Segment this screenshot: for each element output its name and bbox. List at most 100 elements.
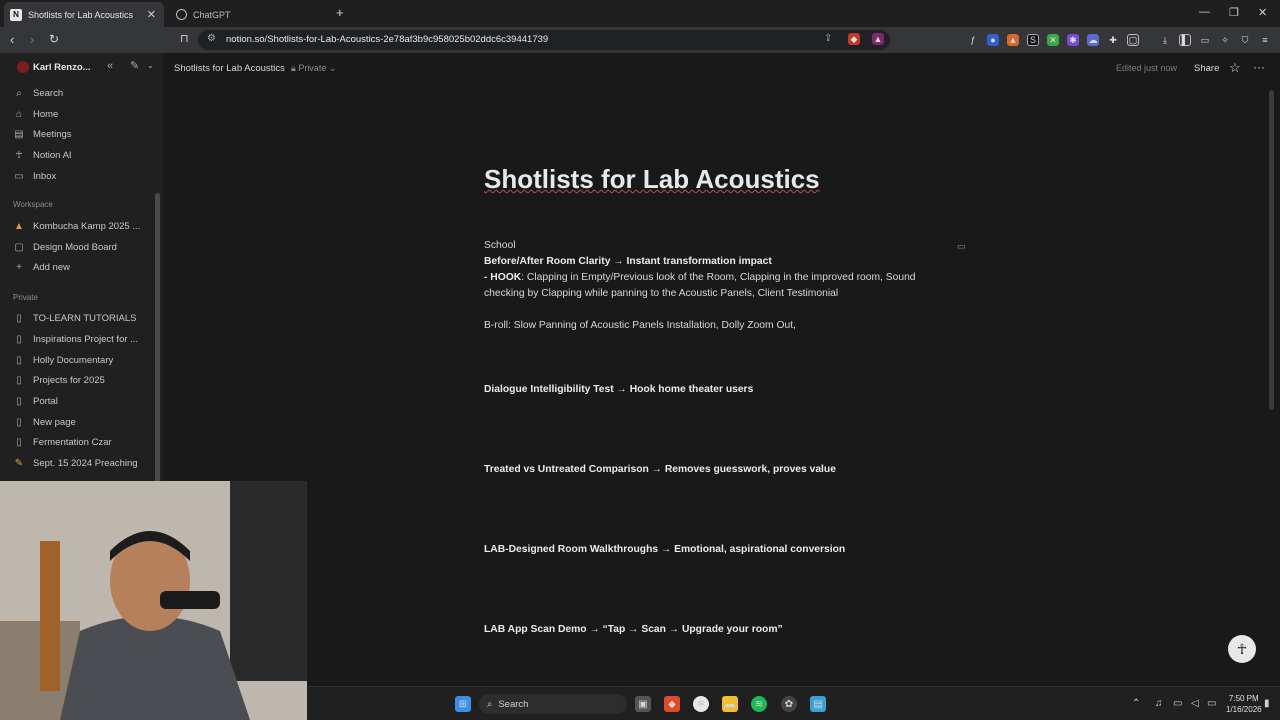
sidebar-item-meetings[interactable]: ▤ Meetings [12, 125, 152, 143]
sidebar-item-inbox[interactable]: ▭ Inbox [12, 167, 152, 185]
page-icon: ▯ [16, 374, 22, 386]
sidebar-item-sept-preaching[interactable]: ✎ Sept. 15 2024 Preaching [12, 454, 152, 472]
close-window-icon[interactable]: ✕ [1258, 6, 1267, 19]
extension-gear-icon[interactable]: ✱ [1067, 34, 1079, 46]
brave-rewards-icon[interactable]: ▲ [872, 33, 884, 45]
chevron-down-icon[interactable]: ⌄ [147, 61, 154, 70]
taskbar-search[interactable]: ⌕ Search [479, 694, 627, 714]
new-page-icon[interactable]: ✎ [130, 59, 139, 72]
main-scrollbar[interactable] [1269, 90, 1274, 410]
heading-treated-vs-untreated[interactable]: Treated vs Untreated Comparison → Remove… [484, 462, 954, 478]
comment-icon[interactable]: ▭ [957, 241, 966, 252]
text-block-hook[interactable]: - HOOK: Clapping in Empty/Previous look … [484, 270, 954, 302]
share-page-icon[interactable]: ⇪ [824, 33, 832, 44]
extension-s-icon[interactable]: S [1027, 34, 1039, 46]
restore-icon[interactable]: ❐ [1229, 6, 1239, 19]
close-tab-icon[interactable]: ✕ [147, 8, 156, 21]
sidebar-item-fermentation-czar[interactable]: ▯ Fermentation Czar [12, 433, 152, 451]
brave-taskbar-icon[interactable]: ◆ [664, 696, 680, 712]
reload-button[interactable]: ↻ [49, 32, 59, 46]
extension-cloud-icon[interactable]: ☁ [1087, 34, 1099, 46]
sidebar-item-search[interactable]: ⌕ Search [12, 84, 152, 102]
sidebar-item-portal[interactable]: ▯ Portal [12, 392, 152, 410]
workspace-section-label: Workspace [13, 200, 53, 209]
extension-box-icon[interactable]: ▢ [1127, 34, 1139, 46]
wallet-icon[interactable]: ▭ [1199, 34, 1211, 46]
extension-fox-icon[interactable]: ▲ [1007, 34, 1019, 46]
heading-room-walkthroughs[interactable]: LAB-Designed Room Walkthroughs → Emotion… [484, 542, 954, 558]
sidebar-item-home[interactable]: ⌂ Home [12, 105, 152, 123]
chatgpt-taskbar-icon[interactable]: ✿ [781, 696, 797, 712]
collapse-sidebar-icon[interactable]: « [107, 60, 113, 72]
site-settings-icon[interactable]: ⚙ [207, 33, 216, 44]
vpn-shield-icon[interactable]: ⛉ [1239, 34, 1251, 46]
workspace-switcher[interactable]: Karl Renzo... [17, 61, 91, 73]
sidebar-item-holly-documentary[interactable]: ▯ Holly Documentary [12, 351, 152, 369]
heading-before-after[interactable]: Before/After Room Clarity → Instant tran… [484, 254, 954, 270]
tab-title: ChatGPT [193, 9, 231, 20]
sidebar-item-design-mood-board[interactable]: ▢ Design Mood Board [12, 238, 152, 256]
file-explorer-icon[interactable]: ▬ [722, 696, 738, 712]
sidebar-item-projects-2025[interactable]: ▯ Projects for 2025 [12, 371, 152, 389]
sidebar-item-label: TO-LEARN TUTORIALS [33, 312, 137, 324]
task-view-icon[interactable]: ▣ [635, 696, 651, 712]
minimize-icon[interactable]: — [1199, 6, 1210, 18]
battery-icon[interactable]: ▭ [1207, 698, 1216, 709]
sidebar-item-add-new[interactable]: + Add new [12, 258, 152, 276]
share-button[interactable]: Share [1194, 63, 1219, 74]
visibility-label: Private [298, 63, 327, 73]
bookmark-icon[interactable]: ⊓ [180, 32, 189, 45]
microphone-icon[interactable]: ♫ [1155, 698, 1163, 709]
sidebar-item-inspirations[interactable]: ▯ Inspirations Project for ... [12, 330, 152, 348]
brave-shield-icon[interactable]: ◆ [848, 33, 860, 45]
notifications-icon[interactable]: ▮ [1264, 698, 1270, 709]
browser-toolbar: ‹ › ↻ ⊓ ⚙ notion.so/Shotlists-for-Lab-Ac… [0, 27, 1280, 53]
sidebar-item-kombucha[interactable]: ▲ Kombucha Kamp 2025 ... [12, 217, 152, 235]
tab-title: Shotlists for Lab Acoustics [28, 9, 134, 20]
sidebar-item-label: Fermentation Czar [33, 436, 112, 448]
new-tab-button[interactable]: + [336, 5, 344, 20]
sidebar-item-label: Notion AI [33, 149, 72, 161]
extension-x-icon[interactable]: ✕ [1047, 34, 1059, 46]
network-icon[interactable]: ▭ [1173, 698, 1182, 709]
extension-circle-icon[interactable]: ● [987, 34, 999, 46]
notepad-taskbar-icon[interactable]: ▤ [810, 696, 826, 712]
favorite-star-icon[interactable]: ☆ [1229, 60, 1241, 76]
sidebar-toggle-icon[interactable]: ▌ [1179, 34, 1191, 46]
text-block-school[interactable]: School [484, 238, 954, 254]
browser-menu-icon[interactable]: ≡ [1259, 34, 1271, 46]
page-title-text: Shotlists for Lab Acoustics [484, 164, 820, 194]
spotify-taskbar-icon[interactable]: ≋ [751, 696, 767, 712]
tray-chevron-icon[interactable]: ⌃ [1132, 698, 1140, 709]
taskbar-clock[interactable]: 7:50 PM 1/16/2026 [1226, 693, 1262, 715]
start-windows-icon[interactable]: ⊞ [455, 696, 471, 712]
download-icon[interactable]: ⤓ [1159, 34, 1171, 46]
webcam-person-image [0, 481, 307, 720]
heading-app-scan-demo[interactable]: LAB App Scan Demo → “Tap → Scan → Upgrad… [484, 622, 954, 638]
breadcrumb[interactable]: Shotlists for Lab Acoustics [174, 63, 285, 74]
sidebar-item-new-page[interactable]: ▯ New page [12, 413, 152, 431]
plus-icon: + [16, 261, 22, 273]
sidebar-scrollbar[interactable] [155, 193, 160, 485]
back-button[interactable]: ‹ [10, 32, 14, 47]
extensions-puzzle-icon[interactable]: ✚ [1107, 34, 1119, 46]
heading-dialogue-test[interactable]: Dialogue Intelligibility Test → Hook hom… [484, 382, 954, 398]
sidebar-item-label: Add new [33, 261, 70, 273]
lock-icon: 🔒︎ [291, 63, 296, 73]
address-bar[interactable]: ⚙ notion.so/Shotlists-for-Lab-Acoustics-… [198, 30, 890, 50]
more-options-icon[interactable]: ··· [1253, 60, 1265, 74]
slack-taskbar-icon[interactable]: ✱ [693, 696, 709, 712]
page-title[interactable]: Shotlists for Lab Acoustics [484, 164, 820, 195]
notion-ai-help-button[interactable]: ☥ [1228, 635, 1256, 663]
volume-icon[interactable]: ◁ [1191, 698, 1199, 709]
extension-fx-icon[interactable]: ƒ [967, 34, 979, 46]
visibility-menu[interactable]: 🔒︎ Private ⌄ [291, 63, 336, 74]
forward-button[interactable]: › [30, 32, 34, 47]
sidebar-item-to-learn[interactable]: ▯ TO-LEARN TUTORIALS [12, 309, 152, 327]
leo-ai-icon[interactable]: ✧ [1219, 34, 1231, 46]
tab-notion[interactable]: N Shotlists for Lab Acoustics ✕ [4, 2, 164, 27]
text-block-broll[interactable]: B-roll: Slow Panning of Acoustic Panels … [484, 318, 954, 334]
sidebar-item-notion-ai[interactable]: ☥ Notion AI [12, 146, 152, 164]
tab-chatgpt[interactable]: ChatGPT [170, 2, 330, 27]
notion-favicon-icon: N [10, 8, 22, 21]
